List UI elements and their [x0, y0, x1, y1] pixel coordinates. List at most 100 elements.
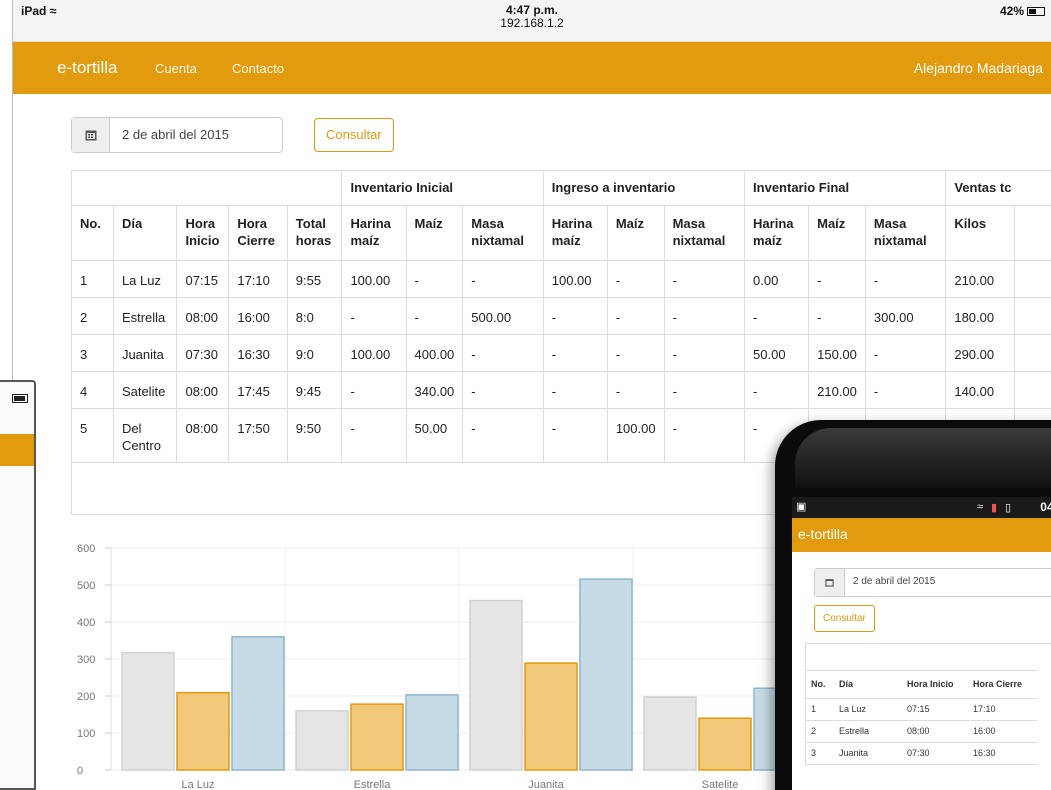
- table-cell: Satelite: [113, 371, 178, 409]
- table-cell: 210.00: [945, 260, 1015, 298]
- screenshot-stage: iPad ≈ 4:47 p.m. 192.168.1.2 42% e-torti…: [0, 0, 1051, 790]
- android-date-field[interactable]: 2 de abril del 2015: [845, 569, 935, 596]
- table-cell: -: [543, 408, 608, 463]
- table-cell: -: [462, 408, 544, 463]
- table-cell: 50.00: [744, 334, 810, 372]
- ios-address: 192.168.1.2: [500, 16, 564, 30]
- group-header: Ventas tc: [945, 171, 1051, 206]
- android-date-picker[interactable]: 2 de abril del 2015: [814, 568, 1051, 597]
- brand-link[interactable]: e-tortilla: [57, 58, 117, 78]
- android-table-cell: 16:30: [968, 742, 1038, 765]
- y-tick-label: 200: [77, 691, 95, 703]
- column-header: Maíz: [808, 205, 866, 261]
- bar-estrella-0: [295, 710, 349, 771]
- table-row: 3 Juanita 07:30 16:30 9:0 100.00 400.00- - - -50.…: [72, 334, 1051, 372]
- table-cell: La Luz: [113, 260, 178, 298]
- x-category-label: Juanita: [528, 779, 564, 790]
- android-column-header: Hora Inicio: [902, 670, 968, 699]
- table-cell: -: [607, 297, 665, 335]
- group-header-row: Inventario Inicial Ingreso a inventario …: [72, 171, 1051, 206]
- column-header-row: No. Día Hora Inicio Hora Cierre Total horas H…: [72, 205, 1051, 261]
- table-cell: 300.00: [865, 297, 947, 335]
- table-cell: 9:0: [287, 334, 343, 372]
- table-cell: -: [664, 260, 746, 298]
- android-table-cell: 2: [806, 720, 834, 743]
- user-name[interactable]: Alejandro Madariaga: [914, 60, 1043, 76]
- group-header: Ingreso a inventario: [543, 171, 746, 206]
- table-cell: -: [607, 260, 665, 298]
- table-cell: Juanita: [113, 334, 178, 372]
- calendar-icon[interactable]: [72, 118, 110, 152]
- column-header: Maíz: [406, 205, 464, 261]
- y-tick-label: 100: [77, 728, 95, 740]
- table-cell: 140.00: [945, 371, 1015, 409]
- android-table-cell: 08:00: [902, 720, 968, 743]
- table-cell: 16:30: [228, 334, 288, 372]
- table-cell: 16:00: [228, 297, 288, 335]
- table-cell-overflow: [1014, 297, 1051, 335]
- bar-estrella-1: [350, 703, 404, 771]
- table-cell: 9:50: [287, 408, 343, 463]
- table-cell: 2: [72, 297, 114, 335]
- android-column-header: Día: [834, 670, 902, 699]
- date-picker[interactable]: 2 de abril del 2015: [71, 117, 283, 153]
- table-cell: 17:45: [228, 371, 288, 409]
- table-cell: 17:50: [228, 408, 288, 463]
- table-cell: -: [744, 371, 810, 409]
- table-cell: -: [607, 334, 665, 372]
- column-header: Día: [113, 205, 178, 261]
- table-cell: 180.00: [945, 297, 1015, 335]
- calendar-icon[interactable]: [815, 569, 845, 596]
- android-table-cell: 1: [806, 698, 834, 721]
- column-header: Maíz: [607, 205, 665, 261]
- bar-satelite-0: [643, 696, 697, 771]
- table-cell: -: [462, 334, 544, 372]
- iphone-battery-icon: [12, 394, 28, 403]
- bar-satelite-1: [698, 717, 752, 771]
- table-cell: 290.00: [945, 334, 1015, 372]
- android-table-grid: No. Día Hora Inicio Hora Cierre 1 La Luz 07:1…: [806, 644, 1038, 765]
- android-screen: ▣ ≈ ▮ ▯ 04:58 e-tortilla 2 de abril del …: [792, 497, 1051, 790]
- battery-icon: ▯: [1004, 502, 1011, 514]
- consultar-button[interactable]: Consultar: [314, 118, 394, 152]
- android-brand[interactable]: e-tortilla: [798, 526, 848, 542]
- table-cell: -: [744, 297, 810, 335]
- android-table-row: 1 La Luz 07:15 17:10: [806, 698, 1038, 721]
- table-cell: -: [462, 371, 544, 409]
- android-table-cell: 07:30: [902, 742, 968, 765]
- table-cell: -: [664, 371, 746, 409]
- table-cell: Estrella: [113, 297, 178, 335]
- android-consultar-button[interactable]: Consultar: [814, 605, 875, 632]
- table-cell-overflow: [1014, 260, 1051, 298]
- table-cell: -: [341, 371, 407, 409]
- table-cell: 9:55: [287, 260, 343, 298]
- table-cell-overflow: [1014, 334, 1051, 372]
- table-cell: 1: [72, 260, 114, 298]
- table-cell: 400.00: [406, 334, 464, 372]
- date-field[interactable]: 2 de abril del 2015: [110, 118, 229, 152]
- nav-link-cuenta[interactable]: Cuenta: [155, 61, 197, 76]
- table-cell: 500.00: [462, 297, 544, 335]
- nav-link-contacto[interactable]: Contacto: [232, 61, 284, 76]
- table-cell: -: [664, 334, 746, 372]
- android-table-group-row: [806, 644, 1038, 671]
- x-category-label: La Luz: [181, 779, 214, 790]
- table-row: 1 La Luz 07:15 17:10 9:55 100.00- -100.00- -0.0…: [72, 260, 1051, 298]
- table-cell: -: [607, 371, 665, 409]
- table-cell: 100.00: [543, 260, 608, 298]
- x-category-label: Satelite: [702, 779, 739, 790]
- inventory-table-grid: Inventario Inicial Ingreso a inventario …: [72, 171, 1051, 463]
- column-header: Hora Inicio: [176, 205, 230, 261]
- table-cell: -: [462, 260, 544, 298]
- android-table-cell: Estrella: [834, 720, 902, 743]
- blank-cell: [806, 644, 1038, 671]
- bar-juanita-0: [469, 599, 523, 771]
- android-table-cell: 17:10: [968, 698, 1038, 721]
- table-cell: 17:10: [228, 260, 288, 298]
- wifi-icon: ≈: [976, 501, 983, 513]
- column-header-overflow: [1014, 205, 1051, 261]
- table-cell: -: [406, 297, 464, 335]
- iphone-peek: [0, 380, 36, 790]
- ios-battery: 42%: [1000, 4, 1045, 18]
- y-tick-label: 0: [77, 765, 83, 777]
